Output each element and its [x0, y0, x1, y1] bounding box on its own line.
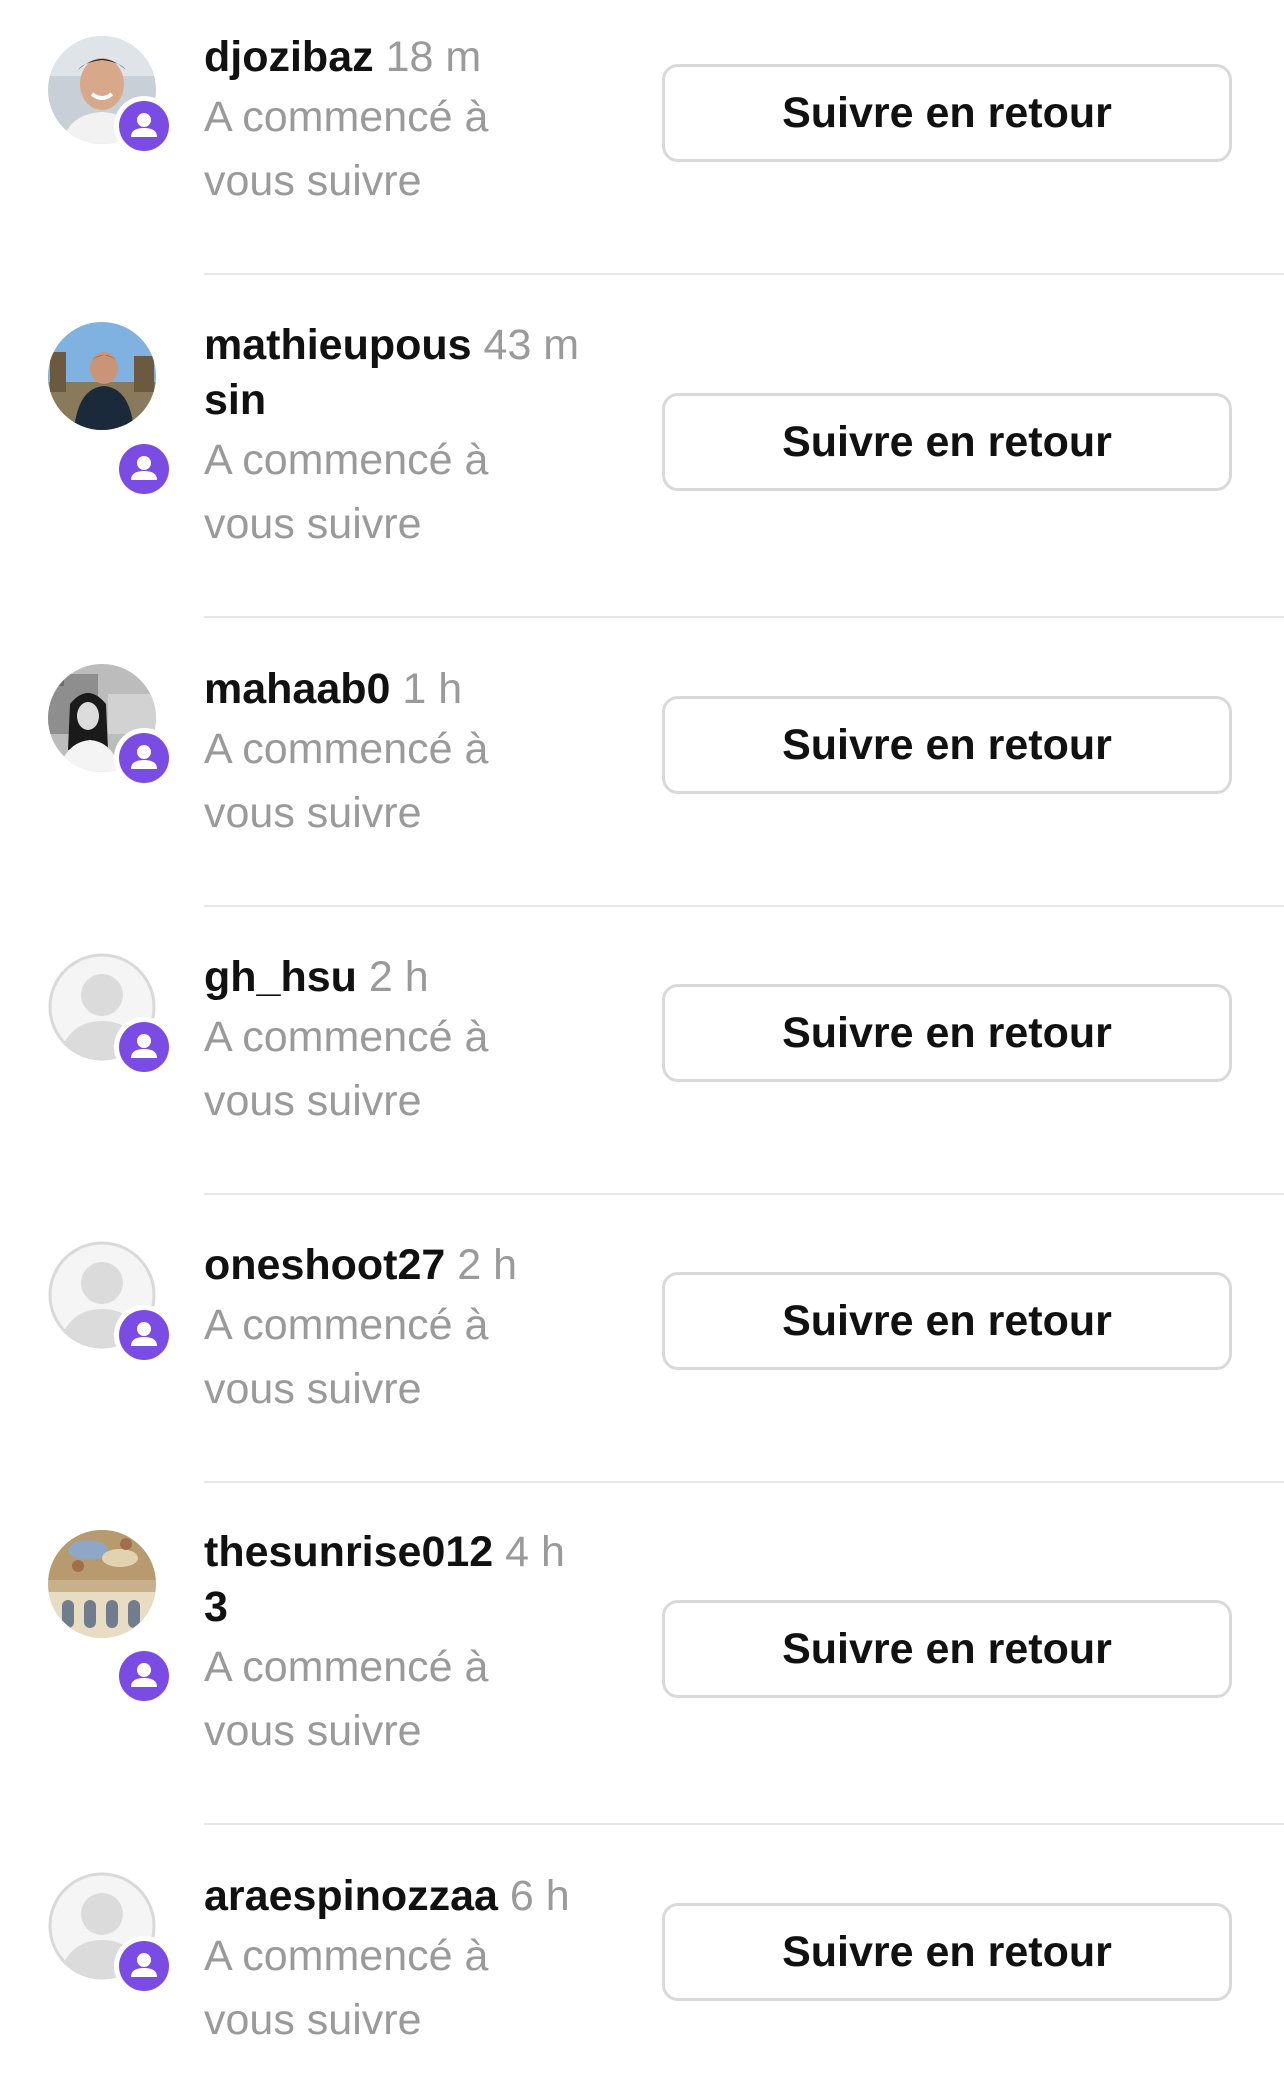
notification-message: A commencé à: [204, 1013, 489, 1061]
follow-back-button[interactable]: Suivre en retour: [662, 393, 1232, 491]
notification-message-continued: vous suivre: [204, 1365, 422, 1413]
notification-message-continued: vous suivre: [204, 1996, 422, 2044]
timestamp: 2 h: [457, 1241, 518, 1289]
follow-back-button[interactable]: Suivre en retour: [662, 1272, 1232, 1370]
follow-back-button[interactable]: Suivre en retour: [662, 1600, 1232, 1698]
avatar[interactable]: [48, 322, 156, 430]
timestamp: 18 m: [385, 33, 482, 81]
avatar[interactable]: [48, 1530, 156, 1638]
notification-message: A commencé à: [204, 1643, 489, 1691]
timestamp: 4 h: [505, 1528, 565, 1576]
divider: [204, 616, 1284, 618]
follow-back-button[interactable]: Suivre en retour: [662, 64, 1232, 162]
notification-text: djozibaz 18 m A commencé à vous suivre: [204, 30, 624, 213]
username-continued[interactable]: sin: [204, 376, 266, 424]
username-continued[interactable]: 3: [204, 1583, 228, 1631]
timestamp: 1 h: [402, 665, 463, 713]
username[interactable]: mathieupous: [204, 321, 472, 369]
follow-back-button[interactable]: Suivre en retour: [662, 984, 1232, 1082]
notification-text: oneshoot27 2 h A commencé à vous suivre: [204, 1238, 624, 1421]
divider: [204, 1193, 1284, 1195]
new-follower-badge-icon: [119, 444, 169, 494]
notification-message-continued: vous suivre: [204, 1707, 422, 1755]
new-follower-badge-icon: [119, 1022, 169, 1072]
new-follower-badge-icon: [119, 1310, 169, 1360]
follow-back-button[interactable]: Suivre en retour: [662, 696, 1232, 794]
divider: [204, 905, 1284, 907]
notification-text: araespinozzaa 6 h A commencé à vous suiv…: [204, 1869, 624, 2052]
username[interactable]: djozibaz: [204, 33, 374, 81]
username[interactable]: araespinozzaa: [204, 1872, 498, 1920]
username[interactable]: oneshoot27: [204, 1241, 445, 1289]
timestamp: 6 h: [509, 1872, 570, 1920]
new-follower-badge-icon: [119, 1651, 169, 1701]
username[interactable]: mahaab0: [204, 665, 390, 713]
notification-text: gh_hsu 2 h A commencé à vous suivre: [204, 950, 624, 1133]
notification-message-continued: vous suivre: [204, 157, 422, 205]
username[interactable]: gh_hsu: [204, 953, 357, 1001]
divider: [204, 1481, 1284, 1483]
new-follower-badge-icon: [119, 1941, 169, 1991]
notification-text: mahaab0 1 h A commencé à vous suivre: [204, 662, 624, 845]
divider: [204, 1823, 1284, 1825]
username[interactable]: thesunrise012: [204, 1528, 493, 1576]
notification-message-continued: vous suivre: [204, 1077, 422, 1125]
new-follower-badge-icon: [119, 101, 169, 151]
notification-message: A commencé à: [204, 1932, 489, 1980]
notification-text: mathieupous 43 m sin A commencé à vous s…: [204, 318, 624, 556]
notification-message: A commencé à: [204, 1301, 489, 1349]
new-follower-badge-icon: [119, 733, 169, 783]
timestamp: 2 h: [368, 953, 429, 1001]
notification-message: A commencé à: [204, 725, 489, 773]
notification-message: A commencé à: [204, 93, 489, 141]
follow-back-button[interactable]: Suivre en retour: [662, 1903, 1232, 2001]
notification-text: thesunrise012 4 h 3 A commencé à vous su…: [204, 1525, 624, 1763]
timestamp: 43 m: [483, 321, 580, 369]
notification-message-continued: vous suivre: [204, 789, 422, 837]
notification-message: A commencé à: [204, 436, 489, 484]
divider: [204, 273, 1284, 275]
notification-message-continued: vous suivre: [204, 500, 422, 548]
